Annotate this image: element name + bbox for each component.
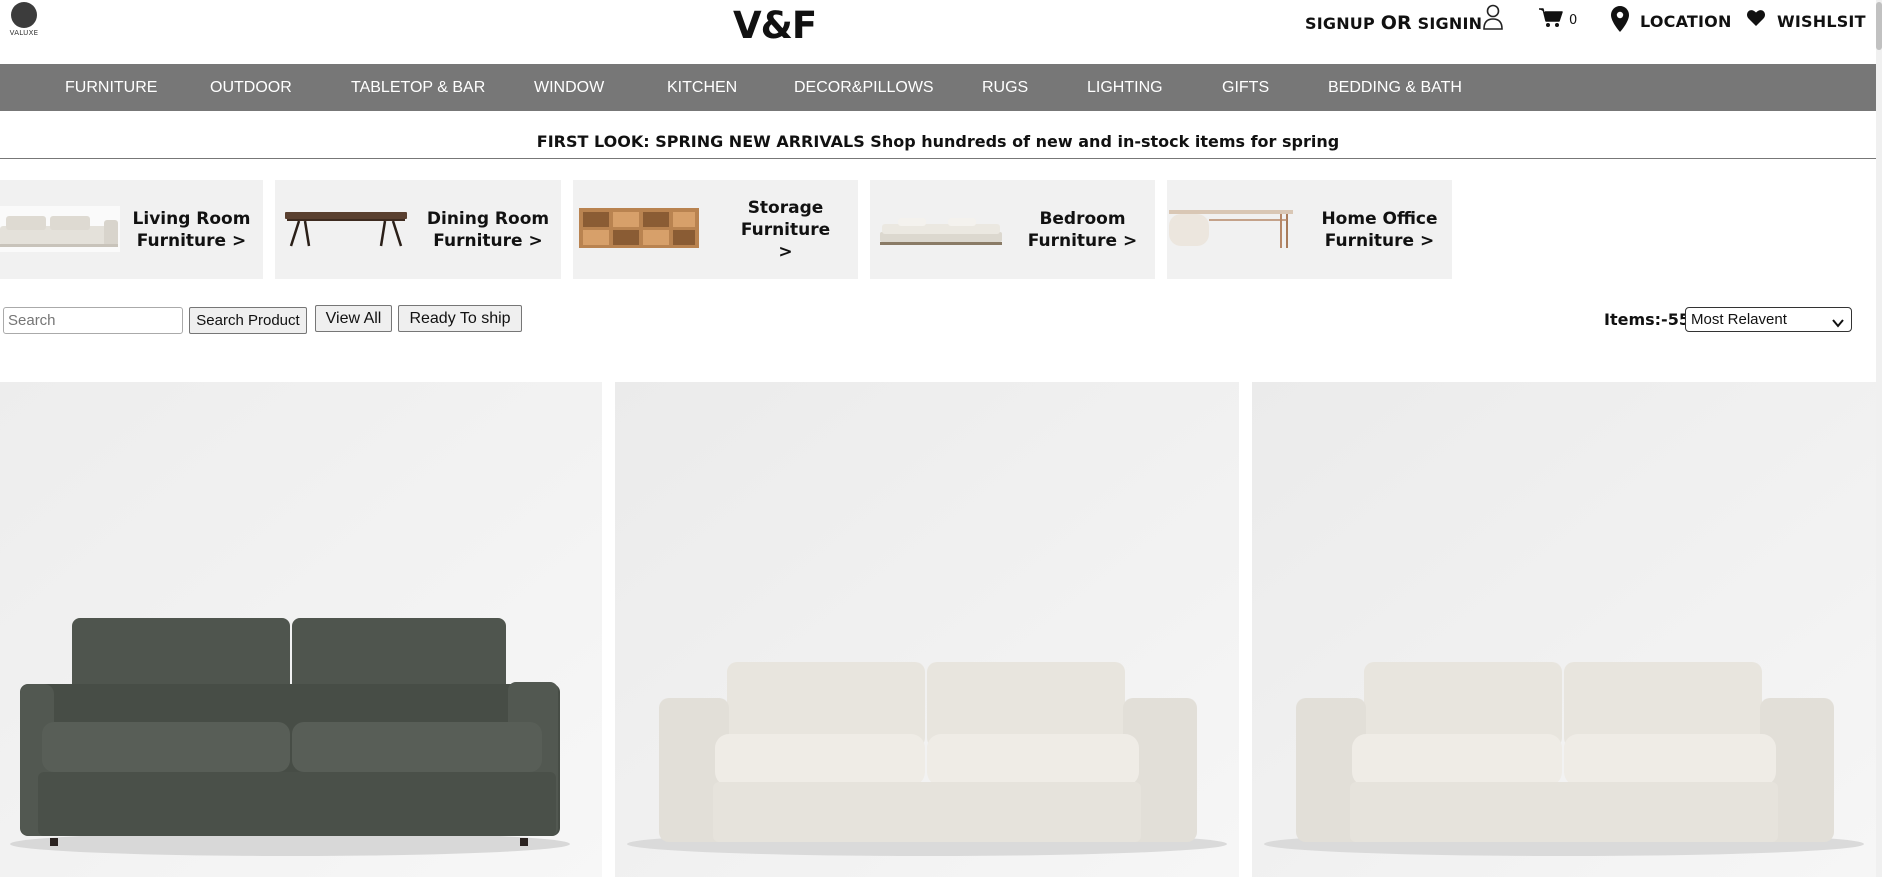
product-card[interactable] <box>0 382 602 877</box>
category-card-dining-room[interactable]: Dining Room Furniture > <box>275 180 561 279</box>
category-label-line2: Furniture > <box>1324 230 1435 251</box>
nav-item-kitchen[interactable]: KITCHEN <box>667 64 737 111</box>
logo-text: VALUXE <box>9 29 39 37</box>
nav-item-outdoor[interactable]: OUTDOOR <box>210 64 292 111</box>
charcoal-sofa-image <box>0 382 602 877</box>
category-label-living-room: Living Room Furniture > <box>120 180 263 279</box>
nav-item-lighting[interactable]: LIGHTING <box>1087 64 1163 111</box>
storage-cabinet-image <box>579 208 699 248</box>
bed-image <box>880 218 1002 245</box>
heart-icon[interactable] <box>1747 10 1765 31</box>
category-label-bedroom: Bedroom Furniture > <box>1010 180 1155 279</box>
living-room-sofa-image <box>0 206 120 252</box>
nav-item-tabletop-bar[interactable]: TABLETOP & BAR <box>351 64 485 111</box>
user-icon[interactable] <box>1483 4 1503 35</box>
logo-emblem <box>11 2 37 28</box>
nav-item-furniture[interactable]: FURNITURE <box>65 64 157 111</box>
promo-banner: FIRST LOOK: SPRING NEW ARRIVALS Shop hun… <box>0 111 1876 159</box>
product-card[interactable] <box>615 382 1239 877</box>
category-label-line1: Storage Furniture <box>740 197 831 240</box>
items-count: Items:-55 <box>1604 310 1690 329</box>
category-card-bedroom[interactable]: Bedroom Furniture > <box>870 180 1155 279</box>
category-card-storage[interactable]: Storage Furniture > <box>573 180 858 279</box>
main-nav: FURNITURE OUTDOOR TABLETOP & BAR WINDOW … <box>0 64 1876 111</box>
category-label-dining-room: Dining Room Furniture > <box>415 180 561 279</box>
nav-item-gifts[interactable]: GIFTS <box>1222 64 1269 111</box>
desk-image <box>1169 210 1293 248</box>
category-card-living-room[interactable]: Living Room Furniture > <box>0 180 263 279</box>
category-label-storage: Storage Furniture > <box>713 180 858 279</box>
category-label-line2: > <box>778 241 793 262</box>
category-label-home-office: Home Office Furniture > <box>1307 180 1452 279</box>
category-label-line2: Furniture > <box>1027 230 1138 251</box>
category-label-line1: Home Office <box>1321 208 1438 229</box>
category-label-line2: Furniture > <box>136 230 247 251</box>
dining-table-image <box>285 212 407 247</box>
view-all-button[interactable]: View All <box>315 305 392 332</box>
promo-banner-text[interactable]: FIRST LOOK: SPRING NEW ARRIVALS Shop hun… <box>537 132 1339 151</box>
category-label-line1: Living Room <box>132 208 251 229</box>
cart-icon[interactable] <box>1539 8 1563 33</box>
ready-to-ship-button[interactable]: Ready To ship <box>398 305 522 332</box>
cart-count: 0 <box>1569 13 1578 28</box>
chevron-down-icon <box>1831 313 1845 336</box>
nav-item-decor-pillows[interactable]: DECOR&PILLOWS <box>794 64 934 111</box>
category-card-home-office[interactable]: Home Office Furniture > <box>1167 180 1452 279</box>
or-text: OR <box>1380 12 1412 34</box>
wishlist-link[interactable]: WISHLSIT <box>1777 12 1866 31</box>
signin-link[interactable]: SIGNIN <box>1418 14 1483 33</box>
nav-item-window[interactable]: WINDOW <box>534 64 604 111</box>
signup-link[interactable]: SIGNUP <box>1305 14 1375 33</box>
sort-select[interactable]: Most Relavent <box>1685 307 1852 332</box>
nav-item-bedding-bath[interactable]: BEDDING & BATH <box>1328 64 1462 111</box>
ivory-sofa-image <box>615 382 1239 877</box>
valuxe-logo[interactable]: VALUXE <box>4 2 42 40</box>
category-label-line1: Bedroom <box>1039 208 1126 229</box>
search-input[interactable] <box>3 307 183 334</box>
signup-signin-link[interactable]: SIGNUP OR SIGNIN <box>1305 12 1482 34</box>
sort-selected-value: Most Relavent <box>1691 311 1787 328</box>
category-label-line1: Dining Room <box>426 208 550 229</box>
location-pin-icon[interactable] <box>1611 6 1629 37</box>
site-header: VALUXE V&F SIGNUP OR SIGNIN 0 LOCATION W… <box>0 0 1882 64</box>
product-card[interactable] <box>1252 382 1876 877</box>
scrollbar-thumb[interactable] <box>1876 2 1882 50</box>
brand-title[interactable]: V&F <box>733 4 817 47</box>
nav-item-rugs[interactable]: RUGS <box>982 64 1028 111</box>
page-scrollbar[interactable] <box>1876 0 1882 877</box>
location-link[interactable]: LOCATION <box>1640 12 1732 31</box>
category-label-line2: Furniture > <box>433 230 543 251</box>
search-product-button[interactable]: Search Product <box>189 307 307 334</box>
ivory-sofa-image <box>1252 382 1876 877</box>
